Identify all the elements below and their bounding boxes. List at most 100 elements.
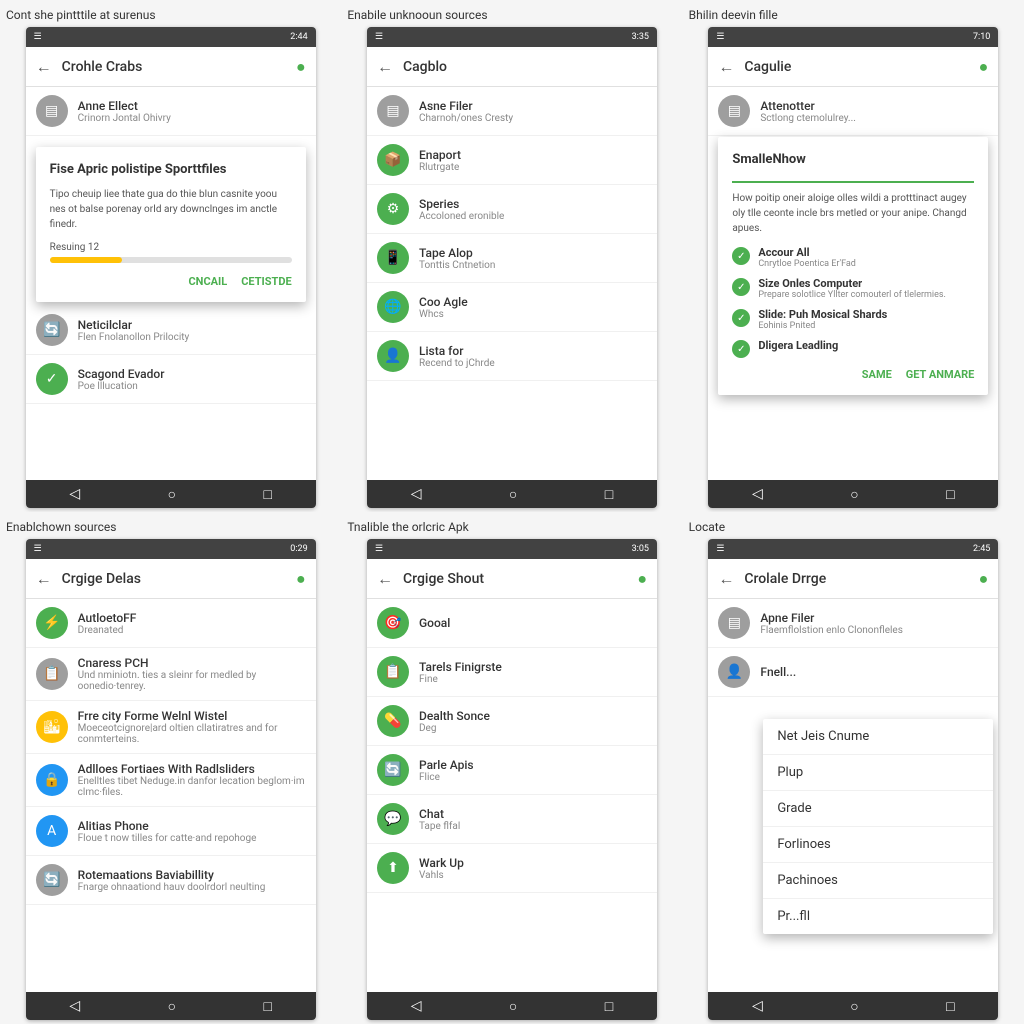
item-icon: ⬆ bbox=[377, 852, 409, 884]
item-icon: ⚡ bbox=[36, 607, 68, 639]
cell-1-action-icon[interactable]: ● bbox=[296, 57, 306, 77]
dialog-title: Fise Apric polistipe Sporttfiles bbox=[50, 161, 292, 179]
cell-4: Enablchown sources ☰ 0:29 ← Crgige Delas… bbox=[0, 512, 341, 1024]
cell-1-status-time: 2:44 bbox=[290, 32, 307, 42]
cell-5-title: Tnalible the orlcric Apk bbox=[347, 520, 468, 534]
list-item: 📱 Tape Alop Tonttis Cntnetion bbox=[367, 234, 657, 283]
nav-recent[interactable]: □ bbox=[605, 998, 613, 1015]
nav-back[interactable]: ◁ bbox=[411, 998, 422, 1014]
dropdown-item-2[interactable]: Plup bbox=[763, 755, 993, 791]
item-sub: Floue t now tilles for catte·and repohog… bbox=[78, 833, 306, 844]
nav-back[interactable]: ◁ bbox=[752, 486, 763, 502]
nav-home[interactable]: ○ bbox=[168, 998, 176, 1015]
nav-home[interactable]: ○ bbox=[850, 486, 858, 503]
cell-3-dialog: SmalleNhow How poitip oneir aloige olles… bbox=[718, 137, 988, 395]
check-item-1: ✓ Accour All Cnrytloe Poentica Er'Fad bbox=[732, 246, 974, 269]
same-button[interactable]: SAME bbox=[862, 368, 892, 381]
item-text: Enaport Rlutrgate bbox=[419, 148, 647, 173]
item-title: Dealth Sonce bbox=[419, 709, 647, 723]
check-text: Size Onles Computer Prepare solotlice Yl… bbox=[758, 277, 946, 300]
cell-4-back-arrow[interactable]: ← bbox=[36, 569, 52, 589]
nav-recent[interactable]: □ bbox=[605, 486, 613, 503]
item-icon: 📱 bbox=[377, 242, 409, 274]
item-icon: 📋 bbox=[36, 658, 68, 690]
cell-1-back-arrow[interactable]: ← bbox=[36, 57, 52, 77]
cell-6-action-icon[interactable]: ● bbox=[979, 569, 989, 589]
chat-icon: 💬 bbox=[377, 803, 409, 835]
dropdown-item-3[interactable]: Grade bbox=[763, 791, 993, 827]
list-item: 👤 Lista for Recend to jChrde bbox=[367, 332, 657, 381]
cell-3-phone: ☰ 7:10 ← Cagulie ● ▤ Attenotter Sctlong … bbox=[708, 27, 998, 508]
item-icon: ▤ bbox=[36, 95, 68, 127]
nav-back[interactable]: ◁ bbox=[411, 486, 422, 502]
item-title: Wark Up bbox=[419, 856, 647, 870]
cell-3: Bhilin deevin fille ☰ 7:10 ← Cagulie ● ▤… bbox=[683, 0, 1024, 512]
item-title: Neticilclar bbox=[78, 318, 306, 332]
list-item: ✓ Scagond Evador Poe lllucation bbox=[26, 355, 316, 404]
get-anmare-button[interactable]: GET ANMARE bbox=[906, 368, 975, 381]
dropdown-item-5[interactable]: Pachinoes bbox=[763, 863, 993, 899]
item-icon: ▤ bbox=[377, 95, 409, 127]
nav-back[interactable]: ◁ bbox=[69, 486, 80, 502]
check-icon: ✓ bbox=[732, 278, 750, 296]
nav-home[interactable]: ○ bbox=[168, 486, 176, 503]
list-item: ⚙ Speries Accoloned eronible bbox=[367, 185, 657, 234]
check-title: Size Onles Computer bbox=[758, 277, 946, 290]
item-text: AutloetoFF Dreanated bbox=[78, 611, 306, 636]
cell-1-dialog: Fise Apric polistipe Sporttfiles Tipo ch… bbox=[36, 147, 306, 302]
dropdown-item-4[interactable]: Forlinoes bbox=[763, 827, 993, 863]
nav-recent[interactable]: □ bbox=[946, 486, 954, 503]
cell-3-status-time: 7:10 bbox=[973, 32, 990, 42]
cell-4-status-left: ☰ bbox=[34, 544, 42, 554]
chat-list-item: 💬 Chat Tape flfal bbox=[367, 795, 657, 844]
item-icon: 🏙 bbox=[36, 711, 68, 743]
cancel-button[interactable]: CNCAIL bbox=[188, 275, 227, 288]
cell-3-back-arrow[interactable]: ← bbox=[718, 57, 734, 77]
nav-recent[interactable]: □ bbox=[946, 998, 954, 1015]
list-item: 💊 Dealth Sonce Deg bbox=[367, 697, 657, 746]
item-sub: Charnoh/ones Cresty bbox=[419, 113, 647, 124]
item-icon: ⚙ bbox=[377, 193, 409, 225]
confirm-button[interactable]: CETISTDE bbox=[241, 275, 291, 288]
cell-4-action-icon[interactable]: ● bbox=[296, 569, 306, 589]
item-title: Adlloes Fortiaes With Radlsliders bbox=[78, 762, 306, 776]
cell-3-top-title: Cagulie bbox=[744, 59, 978, 75]
list-item: ▤ Anne Ellect Crinorn Jontal Ohivry bbox=[26, 87, 316, 136]
nav-recent[interactable]: □ bbox=[263, 486, 271, 503]
dialog2-actions: SAME GET ANMARE bbox=[732, 368, 974, 381]
nav-back[interactable]: ◁ bbox=[69, 998, 80, 1014]
cell-5-back-arrow[interactable]: ← bbox=[377, 569, 393, 589]
item-icon: ✓ bbox=[36, 363, 68, 395]
item-title: Coo Agle bbox=[419, 295, 647, 309]
cell-6-status-bar: ☰ 2:45 bbox=[708, 539, 998, 559]
item-title: Rotemaations Baviabillity bbox=[78, 868, 306, 882]
dropdown-item-6[interactable]: Pr...fll bbox=[763, 899, 993, 934]
nav-back[interactable]: ◁ bbox=[752, 998, 763, 1014]
cell-1-status-left: ☰ bbox=[34, 32, 42, 42]
cell-3-nav-bar: ◁ ○ □ bbox=[708, 480, 998, 508]
cell-5: Tnalible the orlcric Apk ☰ 3:05 ← Crgige… bbox=[341, 512, 682, 1024]
item-sub: Tonttis Cntnetion bbox=[419, 260, 647, 271]
cell-3-status-left: ☰ bbox=[716, 32, 724, 42]
cell-4-top-bar: ← Crgige Delas ● bbox=[26, 559, 316, 599]
cell-3-action-icon[interactable]: ● bbox=[979, 57, 989, 77]
nav-recent[interactable]: □ bbox=[263, 998, 271, 1015]
item-text: Speries Accoloned eronible bbox=[419, 197, 647, 222]
nav-home[interactable]: ○ bbox=[850, 998, 858, 1015]
cell-2-back-arrow[interactable]: ← bbox=[377, 57, 393, 77]
item-icon: 🌐 bbox=[377, 291, 409, 323]
item-title: Enaport bbox=[419, 148, 647, 162]
cell-6-title: Locate bbox=[689, 520, 725, 534]
cell-4-phone: ☰ 0:29 ← Crgige Delas ● ⚡ AutloetoFF Dre… bbox=[26, 539, 316, 1020]
cell-5-action-icon[interactable]: ● bbox=[637, 569, 647, 589]
dropdown-item-1[interactable]: Net Jeis Cnume bbox=[763, 719, 993, 755]
cell-1-top-title: Crohle Crabs bbox=[62, 59, 296, 75]
item-sub: Sctlong ctemolulrey... bbox=[760, 113, 988, 124]
item-text: Tarels Finigrste Fine bbox=[419, 660, 647, 685]
cell-6-back-arrow[interactable]: ← bbox=[718, 569, 734, 589]
nav-home[interactable]: ○ bbox=[509, 998, 517, 1015]
list-item: ▤ Apne Filer Flaemflolstion enlo Clononf… bbox=[708, 599, 998, 648]
item-title: Apne Filer bbox=[760, 611, 988, 625]
item-text: Coo Agle Whcs bbox=[419, 295, 647, 320]
nav-home[interactable]: ○ bbox=[509, 486, 517, 503]
